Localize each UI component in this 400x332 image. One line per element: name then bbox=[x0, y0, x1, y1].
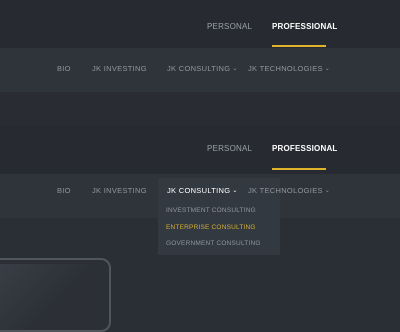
subnav-item-jk-consulting[interactable]: JK CONSULTING ⌄ bbox=[167, 64, 238, 73]
subnav-item-jk-technologies[interactable]: JK TECHNOLOGIES ⌄ bbox=[248, 64, 330, 73]
tab-personal[interactable]: PERSONAL bbox=[207, 144, 252, 153]
top-nav-2 bbox=[0, 126, 400, 174]
subnav-item-jk-consulting[interactable]: JK CONSULTING ⌄ bbox=[167, 186, 238, 195]
subnav-item-bio[interactable]: BIO bbox=[57, 186, 71, 195]
dropdown-item-government-consulting[interactable]: GOVERNMENT CONSULTING bbox=[166, 240, 261, 247]
dropdown-item-enterprise-consulting[interactable]: ENTERPRISE CONSULTING bbox=[166, 224, 256, 231]
subnav-label: JK TECHNOLOGIES bbox=[248, 64, 323, 73]
subnav-item-jk-investing[interactable]: JK INVESTING bbox=[92, 186, 147, 195]
subnav-item-bio[interactable]: BIO bbox=[57, 64, 71, 73]
subnav-label: JK CONSULTING bbox=[167, 64, 231, 73]
chevron-down-icon: ⌄ bbox=[232, 66, 238, 72]
active-tab-indicator bbox=[272, 168, 326, 170]
tab-professional[interactable]: PROFESSIONAL bbox=[272, 144, 338, 153]
subnav-label: JK CONSULTING bbox=[167, 186, 231, 195]
subnav-item-jk-technologies[interactable]: JK TECHNOLOGIES ⌄ bbox=[248, 186, 330, 195]
chevron-down-icon: ⌄ bbox=[324, 66, 331, 72]
subnav-label: JK TECHNOLOGIES bbox=[248, 186, 323, 195]
subnav-item-jk-investing[interactable]: JK INVESTING bbox=[92, 64, 147, 73]
chevron-down-icon: ⌄ bbox=[324, 188, 331, 194]
tab-professional[interactable]: PROFESSIONAL bbox=[272, 22, 338, 31]
active-tab-indicator bbox=[272, 45, 326, 47]
dropdown-item-investment-consulting[interactable]: INVESTMENT CONSULTING bbox=[166, 207, 256, 214]
tab-personal[interactable]: PERSONAL bbox=[207, 22, 252, 31]
chevron-down-icon: ⌄ bbox=[232, 188, 238, 194]
device-frame-illustration bbox=[0, 258, 111, 332]
panel-gap bbox=[0, 92, 400, 126]
device-screen bbox=[0, 264, 105, 330]
top-nav-1 bbox=[0, 0, 400, 48]
